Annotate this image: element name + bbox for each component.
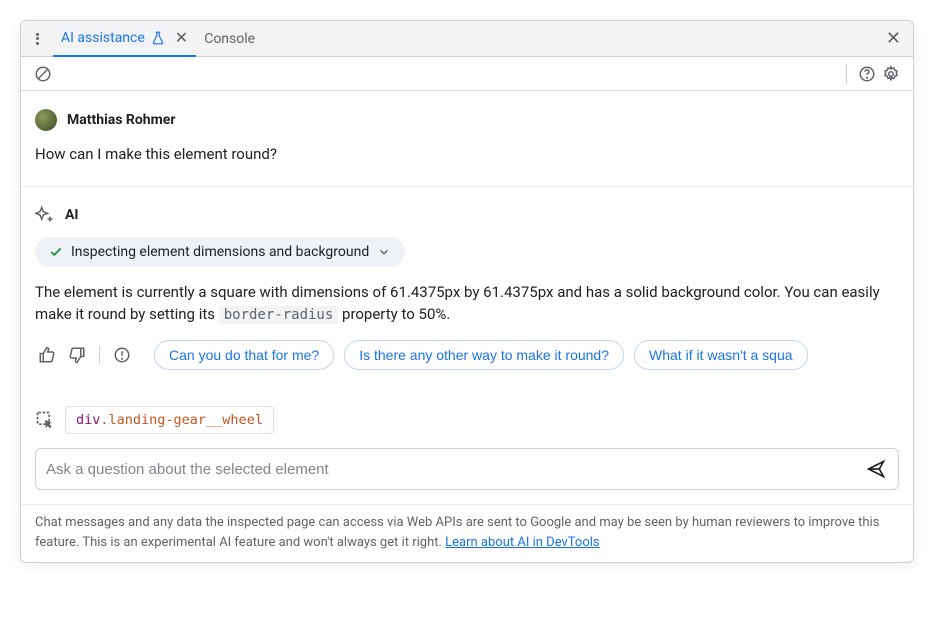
clear-icon[interactable] <box>31 62 55 86</box>
send-icon[interactable] <box>864 457 888 481</box>
status-text: Inspecting element dimensions and backgr… <box>71 244 369 260</box>
close-tab-icon[interactable]: ✕ <box>175 28 188 47</box>
tab-console[interactable]: Console <box>196 21 263 57</box>
tab-label: AI assistance <box>61 30 145 46</box>
help-icon[interactable] <box>855 62 879 86</box>
more-menu-icon[interactable] <box>29 31 45 47</box>
ai-message: AI Inspecting element dimensions and bac… <box>21 187 913 391</box>
code-inline: border-radius <box>219 306 339 324</box>
suggestion-list: Can you do that for me? Is there any oth… <box>154 340 808 370</box>
toolbar <box>21 57 913 91</box>
thumbs-down-icon[interactable] <box>65 343 89 367</box>
context-row: div.landing-gear__wheel <box>21 390 913 444</box>
input-container <box>35 448 899 490</box>
thumbs-up-icon[interactable] <box>35 343 59 367</box>
suggestion-chip[interactable]: Is there any other way to make it round? <box>344 340 624 370</box>
sparkle-icon <box>35 205 55 225</box>
tab-bar: AI assistance ✕ Console ✕ <box>21 21 913 57</box>
tab-ai-assistance[interactable]: AI assistance ✕ <box>53 21 196 57</box>
flask-icon <box>151 31 165 45</box>
feedback-row: Can you do that for me? Is there any oth… <box>35 340 899 370</box>
disclaimer: Chat messages and any data the inspected… <box>21 504 913 562</box>
suggestion-chip[interactable]: Can you do that for me? <box>154 340 334 370</box>
ai-label: AI <box>65 207 79 223</box>
user-message-text: How can I make this element round? <box>35 143 899 166</box>
tab-label: Console <box>204 31 255 47</box>
response-text-pre: The element is currently a square with d… <box>35 283 880 324</box>
avatar <box>35 109 57 131</box>
suggestion-chip[interactable]: What if it wasn't a squa <box>634 340 808 370</box>
ai-response: The element is currently a square with d… <box>35 281 899 327</box>
chat-area: Matthias Rohmer How can I make this elem… <box>21 91 913 562</box>
learn-more-link[interactable]: Learn about AI in DevTools <box>445 535 599 550</box>
element-chip[interactable]: div.landing-gear__wheel <box>65 406 274 434</box>
element-class: .landing-gear__wheel <box>100 412 263 428</box>
user-message: Matthias Rohmer How can I make this elem… <box>21 91 913 186</box>
element-picker-icon[interactable] <box>35 410 55 430</box>
prompt-input[interactable] <box>46 461 856 478</box>
devtools-panel: AI assistance ✕ Console ✕ Matthias R <box>20 20 914 563</box>
check-icon <box>49 245 63 259</box>
chevron-down-icon <box>377 245 391 259</box>
report-icon[interactable] <box>110 343 134 367</box>
response-text-post: property to 50%. <box>338 305 450 323</box>
close-panel-icon[interactable]: ✕ <box>882 24 905 53</box>
settings-gear-icon[interactable] <box>879 62 903 86</box>
element-tag: div <box>76 412 100 428</box>
input-row <box>21 444 913 504</box>
author-name: Matthias Rohmer <box>67 112 175 128</box>
status-chip[interactable]: Inspecting element dimensions and backgr… <box>35 237 405 267</box>
